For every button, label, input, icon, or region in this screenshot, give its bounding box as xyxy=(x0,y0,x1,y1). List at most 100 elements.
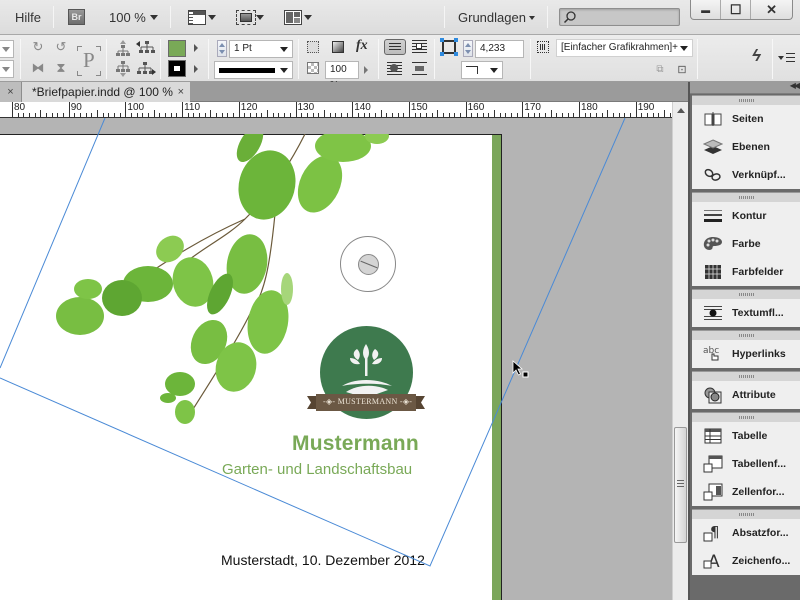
panel-group-grip[interactable] xyxy=(692,96,800,105)
ruler-minor-tick xyxy=(312,113,314,117)
quick-apply-icon[interactable]: ϟ xyxy=(752,46,761,66)
search-icon xyxy=(563,11,576,24)
panel-item-verknüpf[interactable]: Verknüpf... xyxy=(692,161,800,189)
panel-group-grip[interactable] xyxy=(692,193,800,202)
scroll-up-arrow-icon[interactable] xyxy=(677,108,685,113)
panel-group-grip[interactable] xyxy=(692,331,800,340)
minimize-button[interactable]: ▬ xyxy=(691,0,722,19)
rotate-clockwise-icon[interactable]: ↻ xyxy=(30,39,46,55)
view-options-icon[interactable] xyxy=(188,10,206,25)
reference-point-label: P xyxy=(83,48,95,72)
panel-item-textumfl[interactable]: Textumfl... xyxy=(692,299,800,327)
select-next-object-icon[interactable] xyxy=(136,61,156,77)
stroke-swatch[interactable] xyxy=(168,60,186,77)
fx-effects-icon[interactable]: fx xyxy=(356,38,368,54)
separator xyxy=(772,39,773,79)
select-content-icon[interactable] xyxy=(116,61,130,77)
align-stroke-icon[interactable] xyxy=(440,38,458,56)
arrange-documents-dropdown-icon[interactable] xyxy=(304,15,312,20)
bridge-button[interactable]: Br xyxy=(68,9,85,25)
panel-item-kontur[interactable]: Kontur xyxy=(692,202,800,230)
horizontal-ruler[interactable]: 8090100110120130140150160170180190200210… xyxy=(0,102,672,118)
ruler-major-tick xyxy=(12,102,13,117)
menu-help[interactable]: Hilfe xyxy=(15,10,41,25)
drop-shadow-effect-icon[interactable] xyxy=(307,41,319,53)
fill-swatch-menu-icon[interactable] xyxy=(194,44,198,52)
ruler-minor-tick xyxy=(318,113,320,117)
wrap-object-shape-button[interactable] xyxy=(387,62,402,75)
panel-item-tabellenf[interactable]: Tabellenf... xyxy=(692,450,800,478)
ruler-minor-tick xyxy=(647,113,649,117)
vertical-scrollbar[interactable] xyxy=(672,102,688,600)
collapse-dock-icon[interactable]: ◀◀ xyxy=(790,81,800,90)
workspace-switcher[interactable]: Grundlagen xyxy=(458,10,526,25)
zoom-level-select[interactable]: 100 % xyxy=(109,10,146,25)
flip-vertical-icon[interactable]: ⧗ xyxy=(53,60,69,76)
panel-item-tabelle[interactable]: Tabelle xyxy=(692,422,800,450)
zoom-dropdown-icon[interactable] xyxy=(150,15,158,20)
stroke-swatch-menu-icon[interactable] xyxy=(194,65,198,73)
jump-object-button[interactable] xyxy=(412,62,427,75)
panel-item-zeichenfo[interactable]: A Zeichenfo... xyxy=(692,547,800,575)
corner-size-stepper[interactable] xyxy=(463,40,473,57)
panel-group-grip[interactable] xyxy=(692,372,800,381)
panel-group-grip[interactable] xyxy=(692,290,800,299)
panel-item-hyperlinks[interactable]: abc Hyperlinks xyxy=(692,340,800,368)
panel-item-zellenfor[interactable]: Zellenfor... xyxy=(692,478,800,506)
ruler-minor-tick xyxy=(40,110,42,117)
no-text-wrap-button[interactable] xyxy=(384,39,406,55)
panel-item-ebenen[interactable]: Ebenen xyxy=(692,133,800,161)
object-style-select[interactable]: [Einfacher Grafikrahmen]+ xyxy=(556,39,693,57)
corner-shape-select[interactable] xyxy=(461,61,503,79)
select-container-icon[interactable] xyxy=(116,40,130,56)
new-object-style-icon[interactable]: ⊡ xyxy=(674,62,690,78)
panel-item-absatzfor[interactable]: ¶ Absatzfor... xyxy=(692,519,800,547)
wrap-bounding-box-button[interactable] xyxy=(412,40,427,53)
screen-mode-dropdown-icon[interactable] xyxy=(256,15,264,20)
clear-overrides-icon[interactable]: ⧉ xyxy=(652,62,668,78)
panel-item-seiten[interactable]: Seiten xyxy=(692,105,800,133)
pasteboard[interactable]: -◈- MUSTERMANN -◈- Mustermann Garten- un… xyxy=(0,118,672,600)
tab-close-icon[interactable]: × xyxy=(178,82,184,102)
arrange-documents-icon[interactable] xyxy=(284,10,302,25)
scrollbar-thumb[interactable] xyxy=(674,427,687,543)
ruler-minor-tick xyxy=(301,113,303,117)
pages-icon xyxy=(702,109,724,129)
workspace-dropdown-icon[interactable] xyxy=(529,16,535,20)
stroke-weight-stepper[interactable] xyxy=(217,40,227,57)
selected-frame-outline[interactable] xyxy=(0,118,672,600)
select-previous-object-icon[interactable] xyxy=(136,40,156,56)
flip-horizontal-icon[interactable]: ⧓ xyxy=(30,60,46,76)
dock-header: ◀◀ xyxy=(690,81,800,94)
screen-mode-icon[interactable] xyxy=(236,10,256,25)
opacity-field[interactable]: 100 % xyxy=(325,61,359,91)
ruler-minor-tick xyxy=(46,113,48,117)
close-button[interactable]: ✕ xyxy=(751,0,792,19)
stroke-weight-field[interactable]: 1 Pt xyxy=(229,40,293,58)
ruler-minor-tick xyxy=(159,113,161,117)
panel-item-farbe[interactable]: Farbe xyxy=(692,230,800,258)
panel-group-grip[interactable] xyxy=(692,413,800,422)
close-panel-button[interactable]: × xyxy=(0,82,22,102)
panel-item-attribute[interactable]: Attribute xyxy=(692,381,800,409)
panel-group: Tabelle Tabellenf... Zellenfor... xyxy=(692,412,800,506)
opacity-menu-icon[interactable] xyxy=(364,66,368,74)
fill-swatch[interactable] xyxy=(168,40,186,57)
stroke-type-select[interactable] xyxy=(214,61,293,79)
shadow-icon[interactable] xyxy=(332,41,344,53)
ruler-minor-tick xyxy=(596,113,597,117)
ruler-minor-tick xyxy=(119,113,121,117)
svg-text:abc: abc xyxy=(703,346,719,356)
ruler-minor-tick xyxy=(91,113,93,117)
search-input[interactable] xyxy=(559,8,680,26)
reference-x-dropdown[interactable] xyxy=(0,40,14,58)
rotate-counterclockwise-icon[interactable]: ↺ xyxy=(53,39,69,55)
reference-y-dropdown[interactable] xyxy=(0,60,14,78)
view-options-dropdown-icon[interactable] xyxy=(208,15,216,20)
panel-item-farbfelder[interactable]: Farbfelder xyxy=(692,258,800,286)
tab-briefpapier[interactable]: *Briefpapier.indd @ 100 % × xyxy=(22,82,190,103)
panel-group-grip[interactable] xyxy=(692,510,800,519)
ruler-minor-tick xyxy=(29,113,30,117)
corner-size-field[interactable]: 4,233 mm xyxy=(475,40,524,70)
maximize-button[interactable]: ☐ xyxy=(721,0,752,19)
